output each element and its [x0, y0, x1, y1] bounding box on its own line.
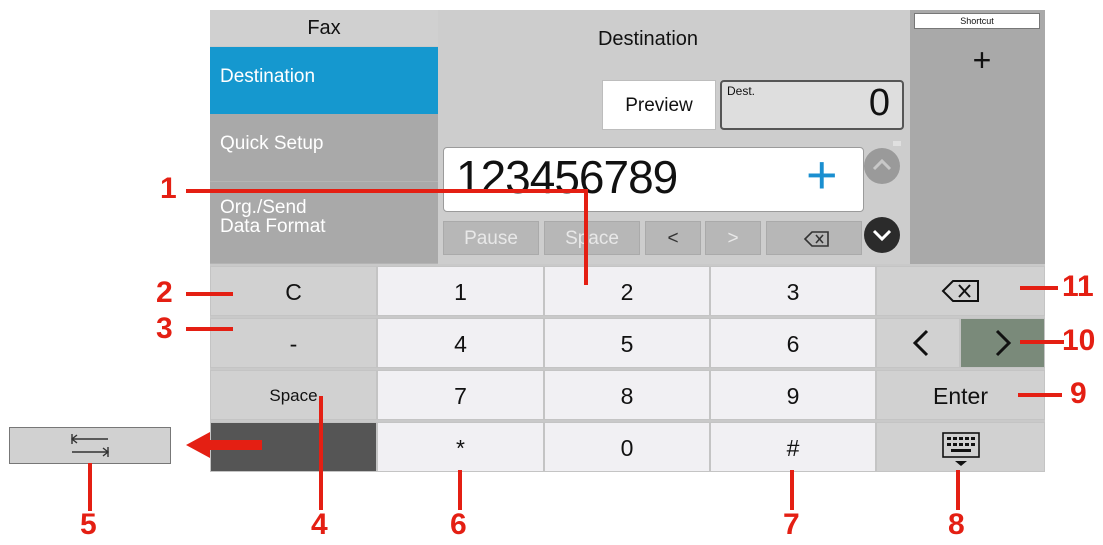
- tab-key[interactable]: [9, 427, 171, 464]
- keyboard-icon: [942, 432, 980, 466]
- key-6[interactable]: 6: [710, 318, 876, 368]
- callout-line-7: [790, 470, 794, 510]
- key-hash[interactable]: #: [710, 422, 876, 472]
- callout-5: 5: [80, 508, 97, 541]
- callout-line-2: [186, 292, 233, 296]
- callout-line-5: [88, 463, 92, 511]
- callout-3: 3: [156, 312, 173, 345]
- key-5[interactable]: 5: [544, 318, 710, 368]
- scroll-indicator: [893, 141, 901, 146]
- dest-count: 0: [868, 82, 890, 124]
- sidebar-title: Fax: [210, 10, 438, 46]
- key-0[interactable]: 0: [544, 422, 710, 472]
- key-1[interactable]: 1: [377, 266, 544, 316]
- dash-key[interactable]: -: [210, 318, 377, 368]
- key-2[interactable]: 2: [544, 266, 710, 316]
- chevron-up-icon: [872, 158, 892, 171]
- callout-2: 2: [156, 276, 173, 309]
- red-arrow-icon: [186, 432, 262, 458]
- callout-6: 6: [450, 508, 467, 541]
- scroll-down-button[interactable]: [864, 217, 900, 253]
- chevron-left-icon: [912, 329, 929, 357]
- space-small-button[interactable]: Space: [544, 221, 640, 255]
- callout-line-6: [458, 470, 462, 510]
- add-destination-icon[interactable]: +: [806, 144, 838, 206]
- sidebar-item-destination[interactable]: Destination: [210, 47, 438, 114]
- key-8[interactable]: 8: [544, 370, 710, 420]
- backspace-icon: [941, 280, 979, 302]
- cursor-left-small-button[interactable]: <: [645, 221, 701, 255]
- callout-line-1b: [584, 189, 588, 285]
- add-shortcut-icon[interactable]: +: [962, 42, 1002, 79]
- fax-number-value: 123456789: [456, 151, 678, 203]
- callout-line-1a: [186, 189, 587, 193]
- clear-key[interactable]: C: [210, 266, 377, 316]
- shortcut-label[interactable]: Shortcut: [914, 13, 1040, 29]
- dest-label: Dest.: [727, 84, 756, 98]
- page-title: Destination: [597, 28, 699, 50]
- key-star[interactable]: *: [377, 422, 544, 472]
- backspace-icon: [803, 231, 829, 247]
- cursor-right-small-button[interactable]: >: [705, 221, 761, 255]
- callout-line-8: [956, 470, 960, 510]
- callout-11: 11: [1062, 270, 1094, 303]
- key-9[interactable]: 9: [710, 370, 876, 420]
- sidebar-item-quick-setup[interactable]: Quick Setup: [210, 114, 438, 182]
- pause-button[interactable]: Pause: [443, 221, 539, 255]
- callout-line-10: [1020, 340, 1064, 344]
- callout-4: 4: [311, 508, 328, 541]
- tab-icon: [70, 434, 110, 457]
- backspace-small-button[interactable]: [766, 221, 862, 255]
- callout-1: 1: [160, 172, 177, 205]
- chevron-down-icon: [872, 229, 892, 242]
- callout-line-9: [1018, 393, 1062, 397]
- keyboard-key[interactable]: [876, 422, 1045, 472]
- callout-line-11: [1020, 286, 1058, 290]
- key-3[interactable]: 3: [710, 266, 876, 316]
- callout-line-3: [186, 327, 233, 331]
- callout-7: 7: [783, 508, 800, 541]
- sidebar-item-org-send-data-format[interactable]: Org./Send Data Format: [210, 182, 438, 264]
- callout-10: 10: [1062, 324, 1096, 357]
- cursor-left-key[interactable]: [876, 318, 960, 368]
- backspace-key[interactable]: [876, 266, 1045, 316]
- key-4[interactable]: 4: [377, 318, 544, 368]
- callout-8: 8: [948, 508, 965, 541]
- scroll-up-button[interactable]: [864, 148, 900, 184]
- callout-9: 9: [1070, 377, 1087, 410]
- callout-line-4: [319, 396, 323, 510]
- preview-button[interactable]: Preview: [602, 80, 716, 130]
- space-key[interactable]: Space: [210, 370, 377, 420]
- key-7[interactable]: 7: [377, 370, 544, 420]
